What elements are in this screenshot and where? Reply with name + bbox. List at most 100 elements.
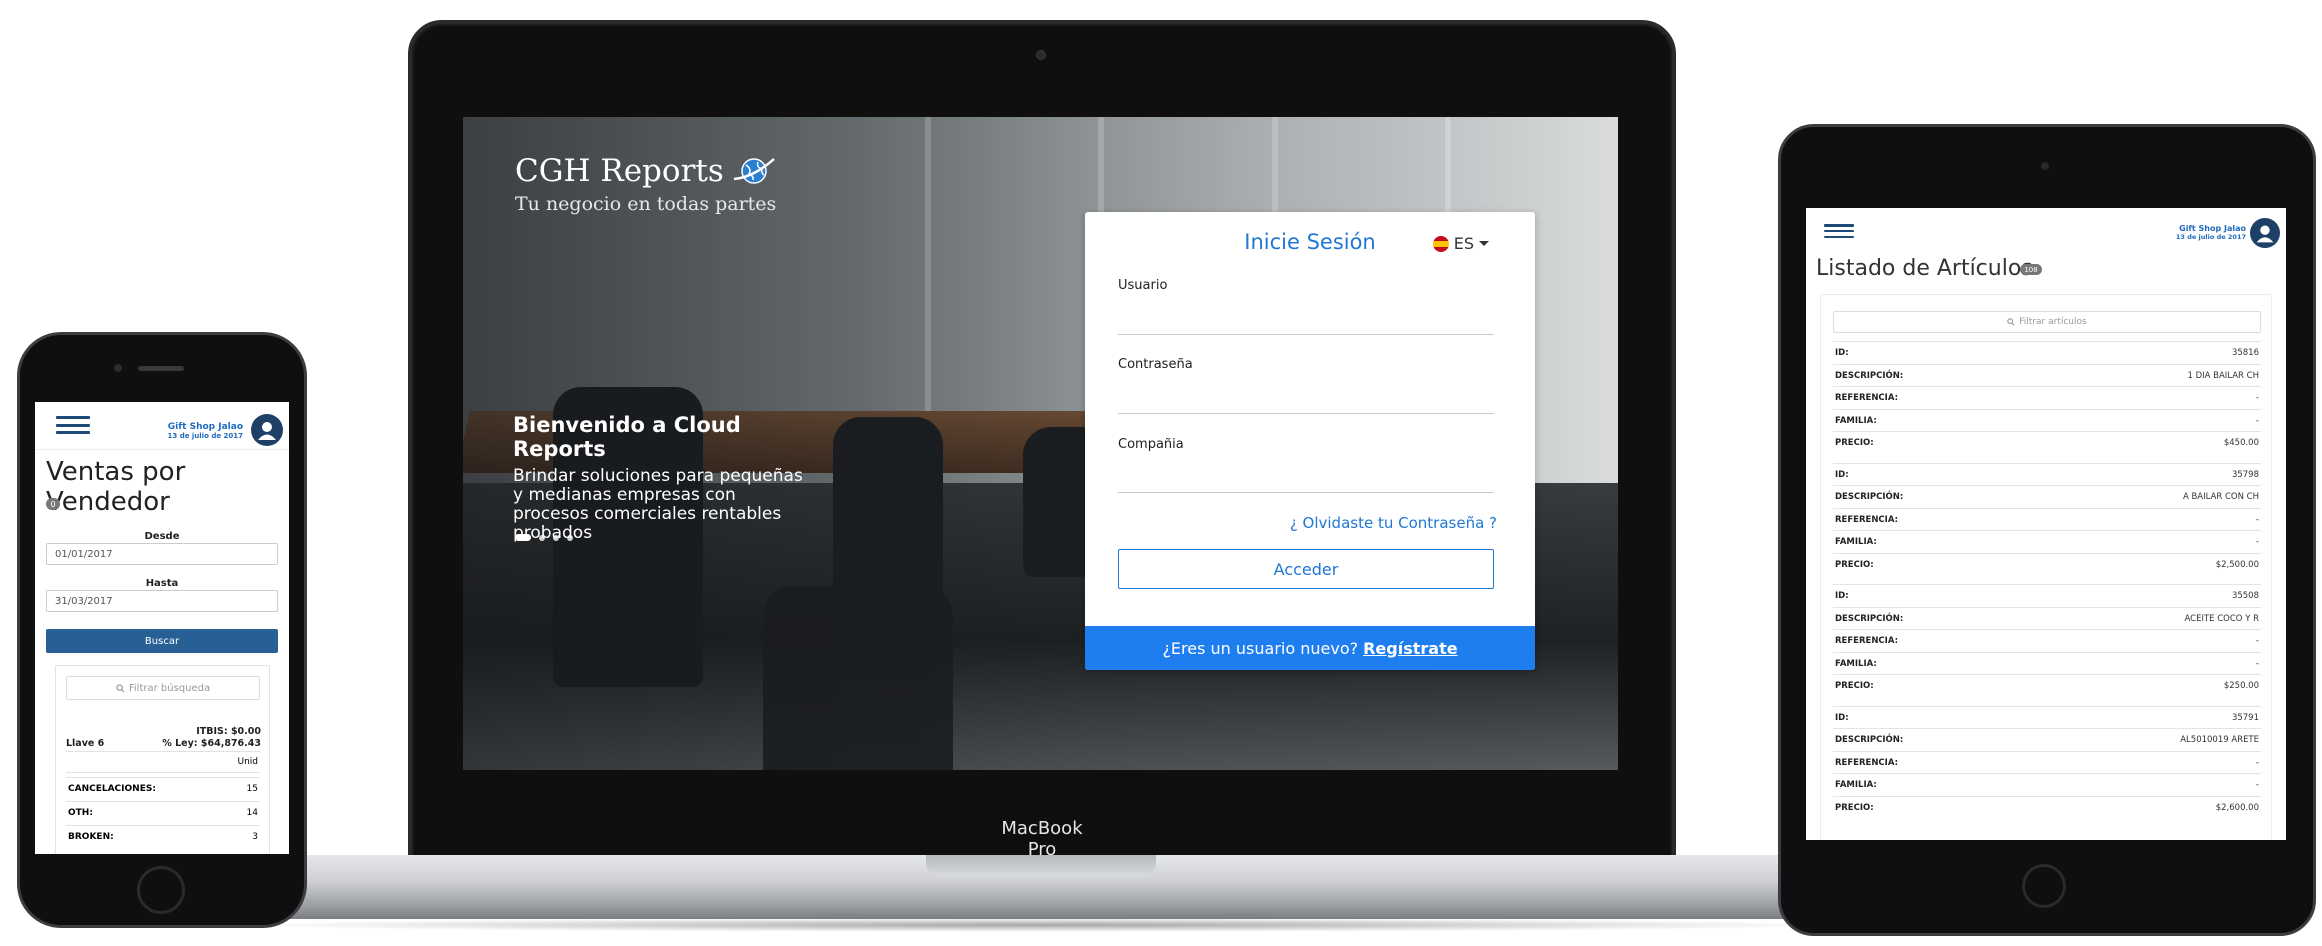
laptop-shadow <box>230 918 1854 932</box>
article-field-label: PRECIO: <box>1835 681 1874 691</box>
article-row-reference: REFERENCIA: - <box>1833 750 2261 774</box>
row-value: 14 <box>246 807 258 818</box>
forgot-password-link[interactable]: ¿ Olvidaste tu Contraseña ? <box>1290 514 1497 532</box>
to-label: Hasta <box>145 578 179 589</box>
article-field-label: FAMILIA: <box>1835 780 1877 790</box>
article-field-label: PRECIO: <box>1835 438 1874 448</box>
page-title: Listado de Artículos <box>1816 256 2033 281</box>
menu-icon[interactable] <box>56 416 90 434</box>
phone-date: 13 de julio de 2017 <box>167 432 243 440</box>
article-field-value: - <box>2255 636 2259 646</box>
count-badge: 108 <box>2020 264 2042 275</box>
article-field-label: PRECIO: <box>1835 802 1874 813</box>
article-field-label: ID: <box>1835 469 1849 480</box>
tablet-brand-name: Gift Shop Jalao <box>2179 224 2246 233</box>
page-title: Ventas por Vendedor <box>46 457 186 517</box>
filter-placeholder: Filtrar artículos <box>2019 317 2087 327</box>
filter-placeholder: Filtrar búsqueda <box>128 682 211 694</box>
filter-input[interactable]: Filtrar artículos <box>1833 311 2261 333</box>
article-field-value: 35508 <box>2231 591 2259 601</box>
article-field-label: REFERENCIA: <box>1835 393 1898 403</box>
laptop-camera <box>1036 50 1046 60</box>
article-field-value: - <box>2255 393 2259 403</box>
from-date-input[interactable]: 01/01/2017 <box>46 543 278 565</box>
tagline: Tu negocio en todas partes <box>515 193 777 215</box>
filter-input[interactable]: Filtrar búsqueda <box>66 676 260 700</box>
carousel-dot-2[interactable] <box>539 534 545 541</box>
article-row-description: DESCRIPCIÓN: AL5010019 ARETE <box>1833 728 2261 751</box>
article-row-price: PRECIO: $450.00 <box>1833 431 2261 454</box>
globe-icon <box>733 158 775 184</box>
article-row-family: FAMILIA: - <box>1833 530 2261 553</box>
article-field-value: ACEITE COCO Y R <box>2184 613 2260 624</box>
table-row: CANCELACIONES: 15 <box>66 777 260 799</box>
laptop-screen: CGH Reports Tu negocio en todas partes B… <box>463 117 1618 770</box>
article-field-value: - <box>2255 780 2259 790</box>
article-field-label: REFERENCIA: <box>1835 514 1898 525</box>
menu-icon[interactable] <box>1824 224 1854 238</box>
article-field-value: 35798 <box>2231 469 2259 480</box>
from-label: Desde <box>144 531 180 542</box>
article-field-label: FAMILIA: <box>1835 537 1877 547</box>
phone-home-button <box>137 866 185 914</box>
login-card: Inicie Sesión ES Usuario Contraseña Comp… <box>1085 212 1535 670</box>
password-label: Contraseña <box>1118 357 1193 372</box>
search-icon <box>116 683 125 693</box>
article-row-id: ID: 35791 <box>1833 705 2261 729</box>
register-link[interactable]: Regístrate <box>1363 639 1457 658</box>
article-row-price: PRECIO: $2,500.00 <box>1833 552 2261 576</box>
username-input[interactable] <box>1118 302 1494 328</box>
search-button[interactable]: Buscar <box>46 629 278 653</box>
article-row-family: FAMILIA: - <box>1833 773 2261 796</box>
tablet-brand: Gift Shop Jalao 13 de julio de 2017 <box>2126 224 2246 241</box>
phone-screen: Gift Shop Jalao 13 de julio de 2017 Vent… <box>35 402 289 854</box>
article-field-value: - <box>2255 415 2259 426</box>
article-field-label: REFERENCIA: <box>1835 636 1898 646</box>
carousel-dot-4[interactable] <box>567 534 573 541</box>
unit-header-label: Unid <box>237 757 258 767</box>
language-selector[interactable]: ES <box>1432 234 1489 253</box>
article-field-value: AL5010019 ARETE <box>2180 735 2259 745</box>
article-field-value: - <box>2255 537 2259 547</box>
article-row-reference: REFERENCIA: - <box>1833 507 2261 531</box>
avatar-icon[interactable] <box>251 414 283 446</box>
spain-flag-icon <box>1432 235 1449 252</box>
brand-logo: CGH Reports Tu negocio en todas partes <box>515 153 776 215</box>
phone-brand-name: Gift Shop Jalao <box>167 422 243 432</box>
phone-brand: Gift Shop Jalao 13 de julio de 2017 <box>123 422 243 440</box>
welcome-banner: Bienvenido a Cloud Reports Brindar soluc… <box>513 413 813 543</box>
carousel-dot-3[interactable] <box>553 534 559 541</box>
article-row-id: ID: 35816 <box>1833 341 2261 364</box>
company-input[interactable] <box>1118 462 1494 488</box>
password-input[interactable] <box>1118 382 1494 408</box>
carousel-dot-1[interactable] <box>515 534 531 541</box>
password-underline <box>1118 413 1494 414</box>
username-label: Usuario <box>1118 278 1168 293</box>
unit-header: Unid <box>66 751 260 773</box>
phone-camera <box>114 364 122 372</box>
search-icon <box>2007 318 2015 326</box>
tablet-header: Gift Shop Jalao 13 de julio de 2017 <box>1806 208 2286 254</box>
article-field-value: $250.00 <box>2223 681 2259 691</box>
article-row-description: DESCRIPCIÓN: 1 DIA BAILAR CH <box>1833 363 2261 387</box>
login-button[interactable]: Acceder <box>1118 549 1494 589</box>
welcome-text: Brindar soluciones para pequeñas y media… <box>513 466 803 543</box>
welcome-title: Bienvenido a Cloud Reports <box>513 413 741 461</box>
register-bar: ¿Eres un usuario nuevo? Regístrate <box>1085 626 1535 670</box>
row-value: 3 <box>252 831 258 842</box>
article-field-label: ID: <box>1835 348 1849 358</box>
app-name: CGH Reports <box>515 153 724 189</box>
article-field-value: - <box>2255 514 2259 525</box>
avatar-icon[interactable] <box>2250 218 2280 248</box>
company-underline <box>1118 492 1494 493</box>
article-field-label: PRECIO: <box>1835 559 1874 570</box>
to-date-input[interactable]: 31/03/2017 <box>46 590 278 612</box>
table-row: OTH: 14 <box>66 801 260 823</box>
article-field-label: REFERENCIA: <box>1835 757 1898 768</box>
article-field-value: 35791 <box>2231 712 2259 723</box>
article-field-value: A BAILAR CON CH <box>2182 492 2259 502</box>
article-row-id: ID: 35798 <box>1833 462 2261 486</box>
article-field-label: ID: <box>1835 712 1849 723</box>
device-label: MacBook Pro <box>1001 818 1083 860</box>
phone-header: Gift Shop Jalao 13 de julio de 2017 <box>35 402 289 450</box>
